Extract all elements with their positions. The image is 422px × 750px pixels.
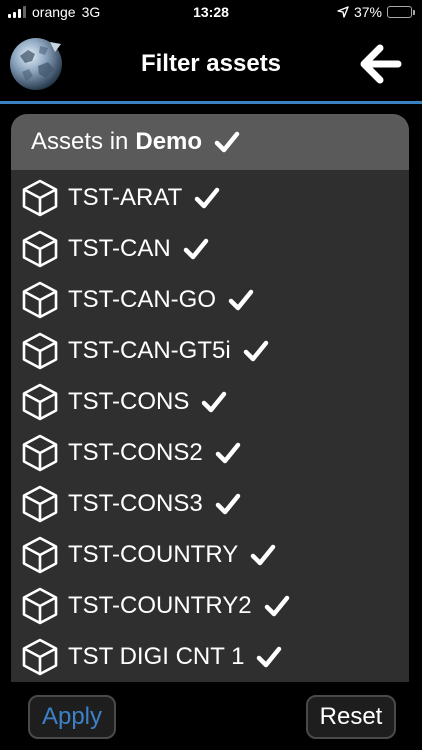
asset-label: TST-CONS3	[68, 489, 203, 517]
cube-icon	[22, 638, 58, 675]
panel-header-prefix: Assets in	[31, 128, 129, 155]
checkmark-icon	[215, 442, 240, 463]
select-all-header[interactable]: Assets in Demo	[11, 114, 409, 170]
arrow-left-icon[interactable]	[358, 42, 404, 86]
asset-row[interactable]: TST-CAN	[11, 223, 409, 274]
asset-row[interactable]: TST-CAN-GT5i	[11, 325, 409, 376]
asset-label: TST-CAN	[68, 234, 171, 262]
checkmark-icon	[257, 646, 282, 667]
signal-icon	[8, 6, 26, 18]
battery-icon	[387, 6, 415, 18]
location-arrow-icon	[337, 6, 349, 18]
asset-row[interactable]: TST-CONS	[11, 376, 409, 427]
status-left: orange 3G	[8, 4, 100, 20]
asset-label: TST-CONS2	[68, 438, 203, 466]
status-bar: orange 3G 13:28 37%	[0, 0, 422, 24]
app-header: Filter assets	[0, 28, 422, 102]
checkmark-icon	[194, 187, 220, 208]
checkmark-icon	[264, 595, 289, 616]
panel-header-group: Demo	[135, 128, 203, 155]
checkmark-icon	[214, 131, 240, 153]
cube-icon	[22, 434, 58, 471]
asset-label: TST-ARAT	[68, 183, 183, 211]
cube-icon	[22, 383, 58, 420]
asset-row[interactable]: TST-CONS3	[11, 478, 409, 529]
cube-icon	[22, 281, 58, 318]
asset-label: TST-CAN-GT5i	[68, 336, 231, 364]
asset-label: TST-COUNTRY2	[68, 591, 252, 619]
checkmark-icon	[202, 391, 227, 412]
checkmark-icon	[215, 493, 240, 514]
cube-icon	[22, 587, 58, 624]
cube-icon	[22, 485, 58, 522]
checkmark-icon	[228, 289, 254, 310]
asset-label: TST-COUNTRY	[68, 540, 239, 568]
asset-row[interactable]: TST-CONS2	[11, 427, 409, 478]
battery-percent: 37%	[353, 4, 382, 20]
assets-panel: Assets in Demo TST-ARAT TST-CAN TST-CAN-GO…	[11, 114, 409, 682]
asset-row[interactable]: TST DIGI CNT 1	[11, 631, 409, 682]
cube-icon	[22, 230, 58, 267]
asset-label: TST DIGI CNT 1	[68, 642, 245, 670]
apply-button[interactable]: Apply	[28, 695, 116, 739]
cube-icon	[22, 536, 58, 573]
reset-button[interactable]: Reset	[306, 695, 396, 739]
network-label: 3G	[81, 4, 101, 20]
checkmark-icon	[243, 340, 268, 361]
asset-row[interactable]: TST-ARAT	[11, 172, 409, 223]
carrier-label: orange	[32, 4, 76, 20]
asset-row[interactable]: TST-COUNTRY	[11, 529, 409, 580]
checkmark-icon	[250, 544, 276, 565]
header-divider	[0, 101, 422, 104]
asset-list: TST-ARAT TST-CAN TST-CAN-GO TST-CAN-GT5i TST…	[11, 170, 409, 682]
status-right: 37%	[337, 4, 415, 20]
asset-row[interactable]: TST-CAN-GO	[11, 274, 409, 325]
cube-icon	[22, 332, 58, 369]
checkmark-icon	[183, 238, 208, 259]
asset-row[interactable]: TST-COUNTRY2	[11, 580, 409, 631]
asset-label: TST-CAN-GO	[68, 285, 216, 313]
cube-icon	[22, 179, 58, 216]
asset-label: TST-CONS	[68, 387, 190, 415]
